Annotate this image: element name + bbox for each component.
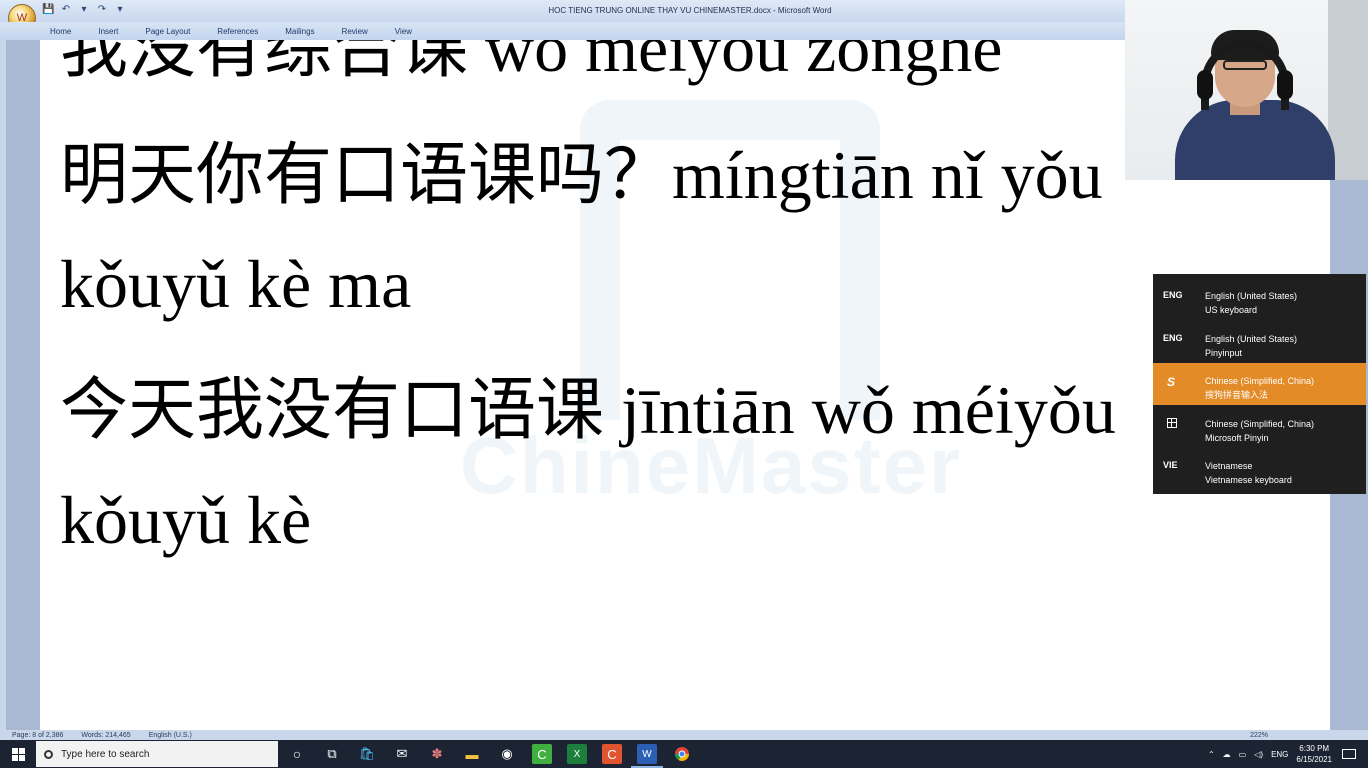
chevron-up-icon[interactable]: ⌃ (1208, 750, 1215, 759)
mail-icon[interactable]: ✉ (392, 744, 412, 764)
network-icon[interactable]: ▭ (1239, 750, 1247, 759)
ribbon-tabs: Home Insert Page Layout References Maili… (0, 22, 1125, 40)
doc-line: kǒuyǔ kè ma (60, 246, 412, 322)
doc-line: 我没有综合课 wǒ méiyǒu zōnghé (60, 40, 1003, 86)
input-language-menu: ENG English (United States) US keyboard E… (1153, 274, 1366, 494)
excel-icon[interactable]: X (567, 744, 587, 764)
vertical-ruler (0, 40, 6, 730)
zoom-level[interactable]: 222% (1250, 732, 1268, 739)
word-icon[interactable]: W (631, 744, 663, 768)
language-option-vietnamese[interactable]: VIE Vietnamese Vietnamese keyboard (1153, 448, 1366, 490)
tab-page-layout[interactable]: Page Layout (145, 27, 190, 36)
tab-insert[interactable]: Insert (98, 27, 118, 36)
task-view-icon[interactable]: ⧉ (322, 744, 342, 764)
language-status[interactable]: English (U.S.) (149, 732, 192, 739)
language-option-eng-pinyinput[interactable]: ENG English (United States) Pinyinput (1153, 321, 1366, 363)
status-bar: Page: 8 of 2,386 Words: 214,465 English … (0, 730, 1368, 740)
store-icon[interactable]: 🛍 (357, 744, 377, 764)
page-count[interactable]: Page: 8 of 2,386 (12, 732, 63, 739)
title-bar: W 💾 ↶ ▾ ↷ ▾ HOC TIENG TRUNG ONLINE THAY … (0, 0, 1125, 32)
chrome-icon[interactable] (672, 744, 692, 764)
tab-review[interactable]: Review (342, 27, 368, 36)
tab-references[interactable]: References (217, 27, 258, 36)
obs-icon[interactable]: ◉ (497, 744, 517, 764)
windows-icon (11, 747, 25, 761)
start-button[interactable] (0, 740, 36, 768)
tab-view[interactable]: View (395, 27, 412, 36)
doc-line: kǒuyǔ kè (60, 482, 312, 558)
camtasia-icon[interactable]: C (532, 744, 552, 764)
clock[interactable]: 6:30 PM 6/15/2021 (1296, 743, 1332, 765)
language-option-sogou[interactable]: S Chinese (Simplified, China) 搜狗拼音输入法 (1153, 363, 1366, 405)
tab-mailings[interactable]: Mailings (285, 27, 314, 36)
taskbar: Type here to search ○ ⧉ 🛍 ✉ ✽ ▬ ◉ C X C … (0, 740, 1368, 768)
search-placeholder: Type here to search (61, 748, 150, 760)
language-option-eng-us[interactable]: ENG English (United States) US keyboard (1153, 278, 1366, 320)
app-icon[interactable]: ✽ (427, 744, 447, 764)
doc-line: 今天我没有口语课 jīntiān wǒ méiyǒu (60, 372, 1116, 448)
system-tray: ⌃ ☁ ▭ ◁) ENG 6:30 PM 6/15/2021 (1208, 740, 1368, 768)
language-option-microsoft-pinyin[interactable]: Chinese (Simplified, China) Microsoft Pin… (1153, 406, 1366, 448)
microsoft-pinyin-icon (1167, 418, 1177, 428)
webcam-overlay (1125, 0, 1368, 180)
cortana-icon[interactable]: ○ (287, 744, 307, 764)
notification-icon[interactable] (1342, 749, 1356, 759)
taskbar-search[interactable]: Type here to search (36, 741, 278, 767)
search-icon (44, 749, 53, 759)
file-explorer-icon[interactable]: ▬ (462, 744, 482, 764)
tab-home[interactable]: Home (50, 27, 71, 36)
input-indicator[interactable]: ENG (1271, 750, 1288, 759)
doc-line: 明天你有口语课吗？míngtiān nǐ yǒu (60, 137, 1103, 213)
volume-icon[interactable]: ◁) (1254, 750, 1263, 759)
recorder-icon[interactable]: C (602, 744, 622, 764)
cloud-icon[interactable]: ☁ (1223, 750, 1231, 759)
sogou-icon: S (1167, 375, 1176, 389)
word-count[interactable]: Words: 214,465 (81, 732, 130, 739)
